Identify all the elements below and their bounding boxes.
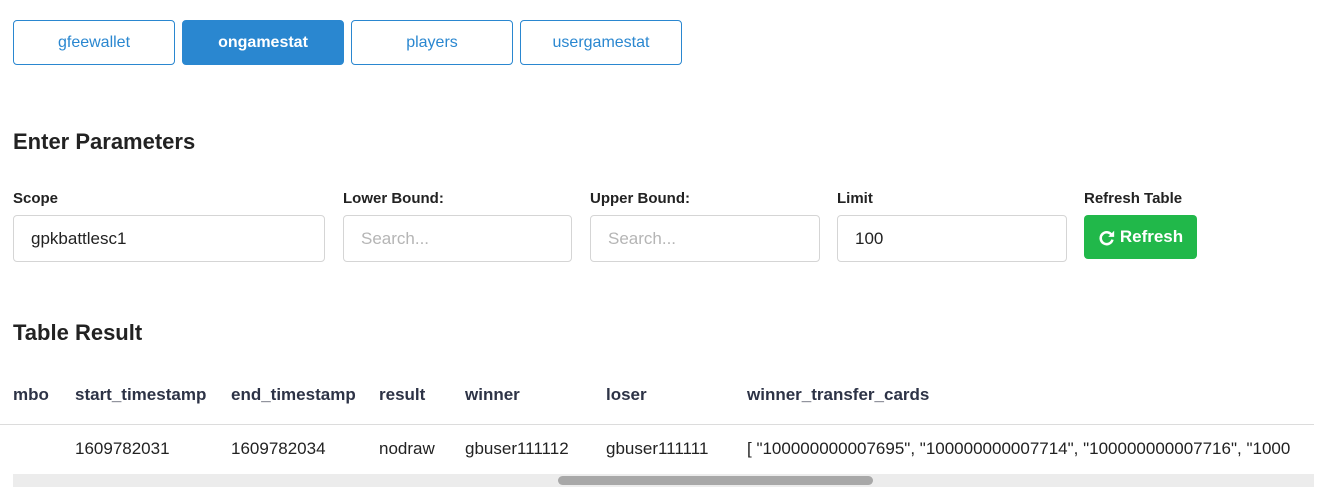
- cell-result: nodraw: [379, 439, 435, 458]
- cell-start-timestamp: 1609782031: [75, 439, 170, 458]
- column-header-loser: loser: [606, 385, 647, 404]
- scope-input[interactable]: [13, 215, 325, 262]
- cell-loser: gbuser111111: [606, 439, 709, 458]
- table-result-heading: Table Result: [13, 320, 143, 345]
- table-tabs: gfeewallet ongamestat players usergamest…: [13, 20, 682, 65]
- scrollbar-thumb[interactable]: [558, 476, 873, 485]
- limit-input[interactable]: [837, 215, 1067, 262]
- scope-label: Scope: [13, 190, 59, 207]
- tab-players[interactable]: players: [351, 20, 513, 65]
- tab-gfeewallet[interactable]: gfeewallet: [13, 20, 175, 65]
- cell-winner: gbuser111112: [465, 439, 569, 458]
- refresh-button[interactable]: Refresh: [1084, 215, 1197, 259]
- horizontal-scrollbar[interactable]: [13, 474, 1314, 487]
- upper-bound-input[interactable]: [590, 215, 820, 262]
- tab-ongamestat[interactable]: ongamestat: [182, 20, 344, 65]
- cell-end-timestamp: 1609782034: [231, 439, 326, 458]
- column-header-result: result: [379, 385, 426, 404]
- refresh-button-label: Refresh: [1119, 227, 1184, 246]
- lower-bound-input[interactable]: [343, 215, 572, 262]
- refresh-icon: [1099, 230, 1114, 245]
- column-header-winner-transfer-cards: winner_transfer_cards: [747, 385, 930, 404]
- column-header-end-timestamp: end_timestamp: [231, 385, 356, 404]
- cell-winner-transfer-cards: [ "100000000007695", "100000000007714", …: [747, 439, 1291, 458]
- upper-bound-label: Upper Bound:: [590, 190, 690, 207]
- parameters-heading: Enter Parameters: [13, 129, 196, 154]
- limit-label: Limit: [837, 190, 873, 207]
- column-header-start-timestamp: start_timestamp: [75, 385, 207, 404]
- refresh-table-label: Refresh Table: [1084, 190, 1183, 207]
- column-header-winner: winner: [465, 385, 520, 404]
- result-table: mbo start_timestamp end_timestamp result…: [0, 366, 1314, 474]
- lower-bound-label: Lower Bound:: [343, 190, 444, 207]
- tab-usergamestat[interactable]: usergamestat: [520, 20, 682, 65]
- column-header-mbo: mbo: [13, 385, 49, 404]
- table-row-divider: [0, 424, 1314, 425]
